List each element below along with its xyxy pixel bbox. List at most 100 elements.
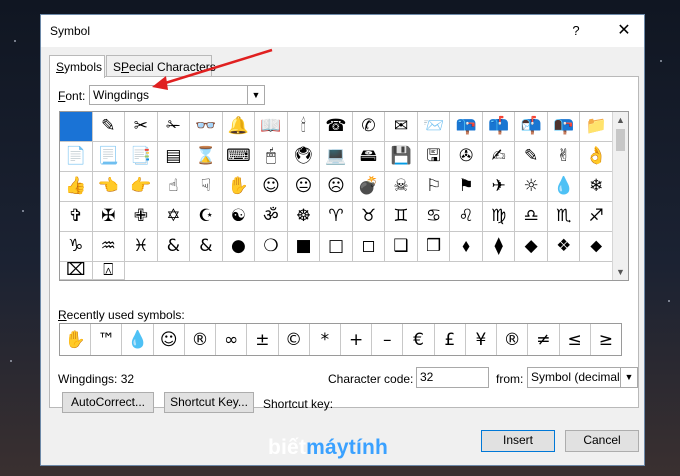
symbol-cell[interactable]: ☪: [190, 202, 223, 232]
symbol-cell[interactable]: ☎: [320, 112, 353, 142]
symbol-cell[interactable]: ✠: [92, 202, 126, 232]
character-code-input[interactable]: 32: [416, 367, 489, 388]
recent-symbol-cell[interactable]: ±: [247, 324, 279, 355]
symbol-cell[interactable]: 📑: [125, 142, 158, 172]
symbol-cell[interactable]: 📨: [417, 112, 451, 142]
symbol-cell[interactable]: 🖱: [255, 142, 288, 172]
symbol-cell[interactable]: 😐: [287, 172, 321, 202]
symbol-cell[interactable]: 📪: [450, 112, 483, 142]
tab-special-characters[interactable]: SPecial Characters: [106, 55, 216, 77]
help-button[interactable]: ?: [566, 21, 586, 41]
symbol-cell[interactable]: 👈: [92, 172, 126, 202]
symbol-cell[interactable]: ⌛: [190, 142, 223, 172]
symbol-cell[interactable]: 👓: [190, 112, 223, 142]
symbol-cell[interactable]: ✎: [92, 112, 126, 142]
recent-symbol-cell[interactable]: 💧: [122, 324, 154, 355]
scroll-up-icon[interactable]: ▲: [613, 112, 628, 128]
symbol-cell[interactable]: ▤: [157, 142, 191, 172]
recent-symbol-cell[interactable]: ™: [91, 324, 123, 355]
symbol-cell[interactable]: &: [190, 232, 223, 262]
symbol-cell[interactable]: ✌: [547, 142, 581, 172]
cancel-button[interactable]: Cancel: [565, 430, 639, 452]
symbol-cell[interactable]: ☟: [190, 172, 223, 202]
symbol-cell[interactable]: ☯: [222, 202, 256, 232]
recent-symbol-cell[interactable]: ≤: [560, 324, 591, 355]
symbol-cell[interactable]: ❑: [385, 232, 418, 262]
symbol-cell[interactable]: 🕯: [287, 112, 321, 142]
symbol-cell[interactable]: ✡: [157, 202, 191, 232]
shortcut-key-button[interactable]: Shortcut Key...: [164, 392, 254, 413]
recent-symbol-cell[interactable]: ☺: [154, 324, 185, 355]
insert-button[interactable]: Insert: [481, 430, 555, 452]
symbol-cell[interactable]: ♌: [450, 202, 483, 232]
symbol-cell-selected[interactable]: [60, 112, 93, 142]
symbol-cell[interactable]: ●: [222, 232, 256, 262]
symbol-cell[interactable]: ⬥: [580, 232, 613, 262]
symbol-cell[interactable]: ⬧: [450, 232, 483, 262]
recent-symbol-cell[interactable]: –: [372, 324, 404, 355]
symbol-cell[interactable]: ✇: [450, 142, 483, 172]
font-dropdown[interactable]: Wingdings ▼: [89, 85, 265, 105]
chevron-down-icon[interactable]: ▼: [247, 86, 264, 104]
symbol-cell[interactable]: ♋: [417, 202, 451, 232]
symbol-cell[interactable]: ✞: [60, 202, 93, 232]
symbol-cell[interactable]: ⚐: [417, 172, 451, 202]
chevron-down-icon[interactable]: ▼: [620, 368, 637, 387]
recent-symbol-cell[interactable]: ®: [497, 324, 529, 355]
recent-symbol-cell[interactable]: ®: [185, 324, 217, 355]
symbol-cell[interactable]: ✎: [515, 142, 548, 172]
symbol-cell[interactable]: ☝: [157, 172, 191, 202]
scroll-down-icon[interactable]: ▼: [613, 264, 628, 280]
recent-symbol-cell[interactable]: ≠: [528, 324, 560, 355]
symbol-cell[interactable]: ✋: [222, 172, 256, 202]
recent-symbol-cell[interactable]: ✋: [60, 324, 92, 355]
symbol-cell[interactable]: ⍓: [92, 262, 126, 280]
symbol-cell[interactable]: ♒: [92, 232, 126, 262]
recent-symbol-cell[interactable]: ≥: [591, 324, 621, 355]
symbol-cell[interactable]: ⌨: [222, 142, 256, 172]
symbol-cell[interactable]: ❄: [580, 172, 613, 202]
symbol-cell[interactable]: 📄: [60, 142, 93, 172]
symbol-cell[interactable]: ✙: [125, 202, 158, 232]
close-button[interactable]: ✕: [610, 21, 638, 41]
recent-symbol-cell[interactable]: ∞: [216, 324, 248, 355]
symbol-cell[interactable]: ☹: [320, 172, 353, 202]
symbol-cell[interactable]: ❖: [547, 232, 581, 262]
symbol-cell[interactable]: ✂: [125, 112, 158, 142]
symbol-cell[interactable]: 📭: [547, 112, 581, 142]
recent-symbol-cell[interactable]: £: [435, 324, 466, 355]
symbol-cell[interactable]: 💣: [352, 172, 386, 202]
symbol-cell[interactable]: 👍: [60, 172, 93, 202]
symbol-cell[interactable]: &: [157, 232, 191, 262]
symbol-cell[interactable]: 🔔: [222, 112, 256, 142]
symbol-cell[interactable]: 🖴: [352, 142, 386, 172]
symbol-cell[interactable]: ♈: [320, 202, 353, 232]
symbol-cell[interactable]: 📬: [515, 112, 548, 142]
symbol-cell[interactable]: ✍: [482, 142, 516, 172]
symbol-cell[interactable]: ♓: [125, 232, 158, 262]
symbol-cell[interactable]: ♉: [352, 202, 386, 232]
recent-symbol-cell[interactable]: *: [310, 324, 341, 355]
symbol-cell[interactable]: 🖫: [417, 142, 451, 172]
symbol-cell[interactable]: ☼: [515, 172, 548, 202]
recent-symbol-cell[interactable]: ©: [279, 324, 310, 355]
symbol-cell[interactable]: 📁: [580, 112, 613, 142]
symbol-cell[interactable]: 🖲: [287, 142, 321, 172]
symbol-cell[interactable]: ♍: [482, 202, 516, 232]
autocorrect-button[interactable]: AutoCorrect...: [62, 392, 154, 413]
scrollbar-thumb[interactable]: [616, 129, 625, 151]
symbol-cell[interactable]: ॐ: [255, 202, 288, 232]
symbol-cell[interactable]: ♐: [580, 202, 613, 232]
symbol-cell[interactable]: ♑: [60, 232, 93, 262]
symbol-cell[interactable]: □: [320, 232, 353, 262]
symbol-cell[interactable]: ■: [287, 232, 321, 262]
grid-scrollbar[interactable]: ▲ ▼: [612, 112, 628, 280]
recent-symbol-cell[interactable]: +: [341, 324, 373, 355]
recent-symbol-cell[interactable]: ¥: [466, 324, 498, 355]
from-dropdown[interactable]: Symbol (decimal) ▼: [527, 367, 638, 388]
symbol-cell[interactable]: ✉: [385, 112, 418, 142]
symbol-cell[interactable]: ✈: [482, 172, 516, 202]
symbol-cell[interactable]: 👉: [125, 172, 158, 202]
symbol-cell[interactable]: ◆: [515, 232, 548, 262]
symbol-cell[interactable]: ⚑: [450, 172, 483, 202]
